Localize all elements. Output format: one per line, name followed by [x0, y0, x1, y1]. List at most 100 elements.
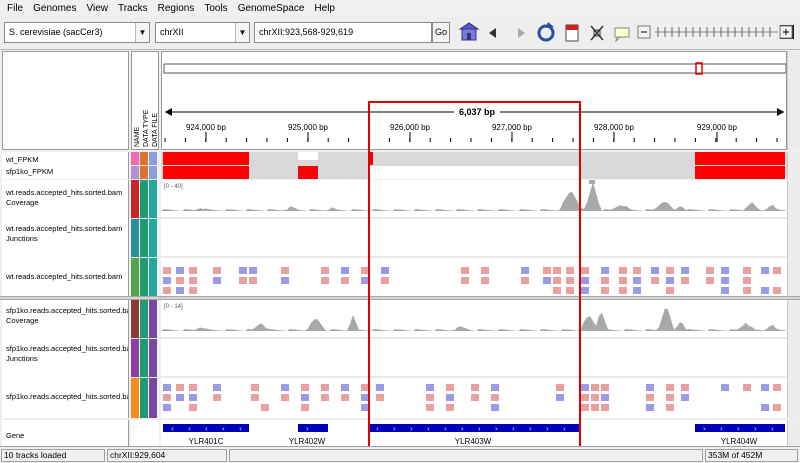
strand-arrow-icon: ‹ [188, 425, 191, 433]
read-block [321, 384, 329, 391]
menu-tracks[interactable]: Tracks [118, 3, 148, 14]
fpkm-cell [298, 152, 318, 160]
read-block [213, 267, 221, 274]
read-block [163, 404, 171, 411]
fpkm-cell [368, 152, 373, 165]
ruler-panel[interactable]: 6,037 bp 924,000 bp 925,000 bp 926,000 bp 9… [161, 51, 787, 150]
chromosome-ideogram[interactable] [163, 63, 786, 74]
ruler-tick-label: 928,000 bp [594, 123, 635, 132]
attr-header-data-type[interactable]: DATA TYPE [143, 109, 150, 147]
track-name-sfp1ko-reads[interactable]: sfp1ko.reads.accepted_hits.sorted.bam [6, 392, 128, 401]
fpkm-attributes[interactable] [131, 152, 159, 179]
back-arrow-icon[interactable] [489, 28, 496, 38]
read-block [619, 277, 627, 284]
gene-data[interactable]: YLR401C YLR402W YLR403W YLR404W ‹ ‹ ‹ ‹ ‹ › › ›… [161, 420, 787, 446]
menu-file[interactable]: File [7, 3, 23, 14]
fpkm-scrollbar[interactable] [787, 152, 800, 179]
track-name-wt-fpkm[interactable]: wt_FPKM [6, 155, 128, 164]
locus-input[interactable]: chrXII:923,568-929,619 [254, 22, 432, 43]
chromosome-value: chrXII [160, 27, 184, 37]
track-name-gene[interactable]: Gene [6, 431, 128, 440]
read-block [213, 384, 221, 391]
menu-help[interactable]: Help [314, 3, 335, 14]
read-block [321, 394, 329, 401]
read-block [581, 277, 589, 284]
sfp1ko-name-panel: sfp1ko.reads.accepted_hits.sorted.bam Co… [2, 300, 129, 418]
read-block [591, 394, 599, 401]
read-block [543, 267, 551, 274]
menu-genomespace[interactable]: GenomeSpace [238, 3, 305, 14]
fpkm-name-panel: wt_FPKM sfp1ko_FPKM [2, 152, 129, 179]
sfp1ko-data[interactable]: [0 - 14] [161, 300, 787, 418]
coverage-peak [589, 180, 595, 184]
menu-genomes[interactable]: Genomes [33, 3, 76, 14]
wt-scrollbar[interactable] [787, 180, 800, 296]
popup-info-icon[interactable] [614, 27, 630, 43]
ruler-tick-label: 929,000 bp [697, 123, 738, 132]
gene-label-ylr403w[interactable]: YLR403W [455, 437, 492, 446]
status-message [229, 449, 703, 462]
attr-header-name[interactable]: NAME [134, 126, 141, 147]
menu-regions[interactable]: Regions [158, 3, 195, 14]
read-block [761, 287, 769, 294]
zoom-out-icon[interactable] [637, 25, 651, 39]
track-name-sfp1ko-fpkm[interactable]: sfp1ko_FPKM [6, 167, 128, 176]
go-button[interactable]: Go [432, 22, 450, 43]
read-block [761, 404, 769, 411]
read-block [743, 287, 751, 294]
wt-tracks-svg: [0 - 40] [161, 180, 787, 294]
strand-arrow-icon: ‹ [239, 425, 242, 433]
read-block [471, 394, 479, 401]
gene-label-ylr404w[interactable]: YLR404W [721, 437, 758, 446]
read-block [743, 384, 751, 391]
fpkm-cell [298, 166, 318, 179]
sfp1ko-coverage-label-file: sfp1ko.reads.accepted_hits.sorted.bam [6, 306, 128, 315]
wt-attributes[interactable] [131, 180, 159, 296]
read-block [521, 277, 529, 284]
sfp1ko-attributes[interactable] [131, 300, 159, 418]
resize-icon[interactable] [590, 25, 604, 41]
fpkm-cell [163, 166, 249, 179]
strand-arrow-icon: › [529, 425, 532, 433]
read-block [619, 267, 627, 274]
menu-tools[interactable]: Tools [204, 3, 227, 14]
zoom-in-icon[interactable] [779, 25, 793, 39]
read-block [213, 394, 221, 401]
read-block [361, 277, 369, 284]
attr-header-data-file[interactable]: DATA FILE [152, 113, 159, 147]
track-name-wt-reads[interactable]: wt.reads.accepted_hits.sorted.bam [6, 272, 128, 281]
read-block [281, 394, 289, 401]
fpkm-panel: wt_FPKM sfp1ko_FPKM [0, 152, 800, 179]
status-position: chrXII:929,604 [107, 449, 227, 462]
read-block [521, 267, 529, 274]
genome-dropdown[interactable]: S. cerevisiae (sacCer3) ▼ [4, 22, 150, 43]
chevron-down-icon: ▼ [235, 23, 249, 42]
read-block [706, 267, 714, 274]
fpkm-heatmap [161, 152, 787, 179]
home-icon[interactable] [458, 22, 480, 41]
region-navigator-icon[interactable] [565, 24, 579, 42]
menu-view[interactable]: View [86, 3, 108, 14]
read-block [249, 277, 257, 284]
fpkm-cell [695, 166, 785, 179]
read-block [491, 394, 499, 401]
read-block [189, 267, 197, 274]
read-block [743, 277, 751, 284]
sfp1ko-scrollbar[interactable] [787, 300, 800, 418]
gene-scrollbar[interactable] [787, 420, 800, 446]
header-panel: NAME DATA TYPE DATA FILE 6,037 bp 924,00… [0, 51, 800, 150]
read-block [163, 287, 171, 294]
read-block [706, 277, 714, 284]
refresh-icon[interactable] [537, 22, 555, 42]
forward-arrow-icon[interactable] [518, 28, 525, 38]
fpkm-data[interactable] [161, 152, 787, 179]
chromosome-dropdown[interactable]: chrXII ▼ [155, 22, 250, 43]
gene-label-ylr402w[interactable]: YLR402W [289, 437, 326, 446]
read-block [321, 277, 329, 284]
header-scrollbar[interactable] [787, 51, 800, 150]
read-block [581, 394, 589, 401]
genome-value: S. cerevisiae (sacCer3) [9, 27, 103, 37]
wt-data[interactable]: [0 - 40] [161, 180, 787, 296]
gene-label-ylr401c[interactable]: YLR401C [189, 437, 224, 446]
zoom-slider[interactable] [655, 25, 794, 39]
